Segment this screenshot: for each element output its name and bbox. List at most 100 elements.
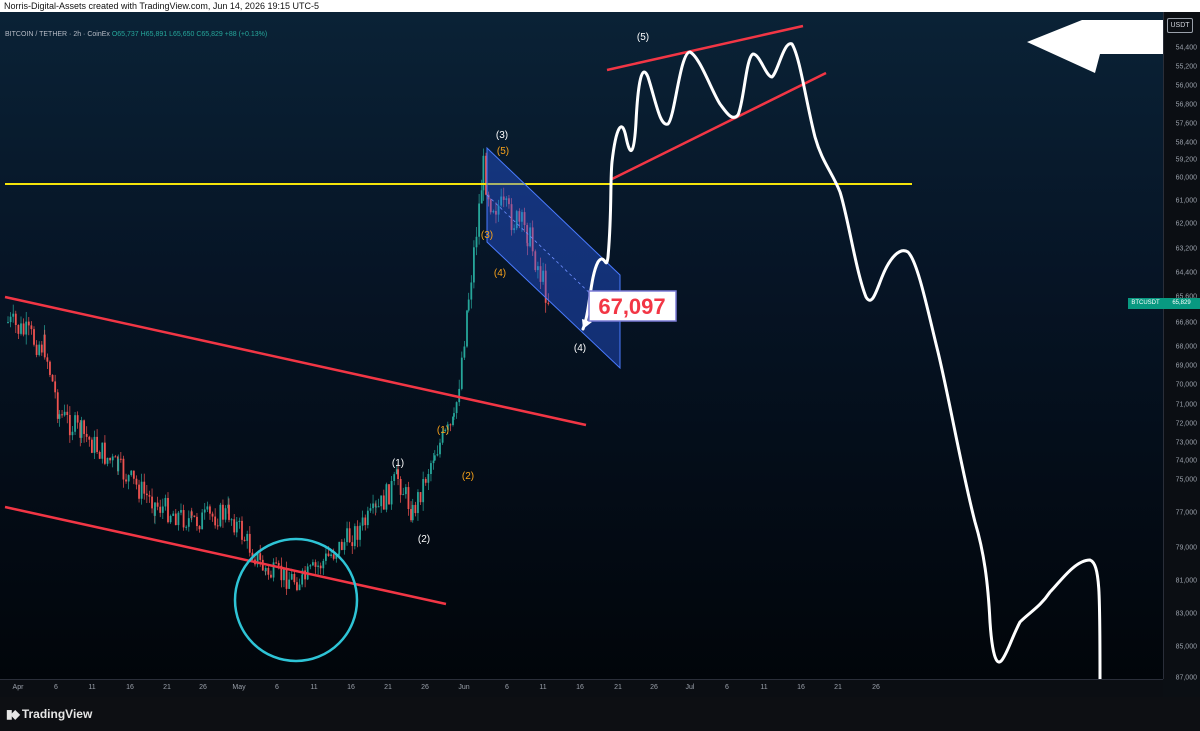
projection-path[interactable] xyxy=(581,42,1102,679)
currency-unit-badge[interactable]: USDT xyxy=(1167,18,1193,33)
candle-body xyxy=(388,484,390,505)
candle-body xyxy=(364,517,367,526)
time-axis-tick: 21 xyxy=(384,684,392,691)
wave-label-white-2: (2) xyxy=(418,534,430,545)
candle-body xyxy=(138,484,140,499)
candle-body xyxy=(547,302,550,304)
candle-body xyxy=(424,478,427,483)
time-axis-tick: May xyxy=(232,684,246,691)
time-axis-tick: 26 xyxy=(650,684,658,691)
candle-body xyxy=(243,539,246,541)
candle-body xyxy=(214,516,217,526)
candle-body xyxy=(417,492,419,514)
candle-body xyxy=(475,236,478,248)
time-axis-tick: 26 xyxy=(872,684,880,691)
candle-body xyxy=(68,414,71,436)
candle-body xyxy=(224,508,227,520)
candle-body xyxy=(327,553,330,557)
candle-body xyxy=(296,582,298,591)
candle-body xyxy=(353,526,356,547)
candle-body xyxy=(298,584,301,591)
candle-body xyxy=(369,508,372,511)
candle-body xyxy=(248,533,251,553)
support-circle[interactable] xyxy=(233,537,359,663)
candle-body xyxy=(267,567,270,575)
candle-body xyxy=(288,579,291,589)
candle-body xyxy=(185,526,188,528)
candle-body xyxy=(85,433,88,437)
candle-body xyxy=(222,504,224,520)
ohlc-open: O65,737 xyxy=(111,31,139,38)
candle-body xyxy=(38,344,41,355)
wave-label-orange-2: (2) xyxy=(462,471,474,482)
price-axis-tick: 57,600 xyxy=(1175,120,1197,128)
candle-body xyxy=(35,344,38,355)
candle-body xyxy=(27,321,30,326)
candle-body xyxy=(54,381,57,393)
candle-body xyxy=(122,458,125,480)
candle-body xyxy=(372,503,374,509)
ohlc-legend[interactable]: BITCOIN / TETHER · 2h · CoinEx O65,737 H… xyxy=(5,31,267,38)
ohlc-change: +88 (+0.13%) xyxy=(224,31,268,38)
price-axis[interactable]: 54,400 55,200 56,000 56,800 57,600 58,400 59,2… xyxy=(1163,12,1200,682)
time-axis-tick: 16 xyxy=(797,684,805,691)
chart-svg[interactable]: 67,097 (1) (2) (3) (4) (5) (1) (2) (3) (… xyxy=(0,12,1163,679)
candle-body xyxy=(198,526,201,530)
price-axis-tick: 58,400 xyxy=(1175,139,1197,147)
candle-body xyxy=(14,313,17,326)
candle-body xyxy=(322,560,325,569)
time-axis-tick: 11 xyxy=(310,684,318,691)
wedge-lower-line[interactable] xyxy=(611,71,827,181)
candle-body xyxy=(390,481,393,505)
candle-body xyxy=(453,413,455,417)
candle-body xyxy=(414,504,417,514)
ohlc-low: L65,650 xyxy=(169,31,195,38)
candle-body xyxy=(51,374,54,382)
chart-plot[interactable]: 67,097 (1) (2) (3) (4) (5) (1) (2) (3) (… xyxy=(0,12,1163,679)
candle-body xyxy=(466,310,468,347)
price-axis-tick: 83,000 xyxy=(1175,610,1197,618)
candle-body xyxy=(140,481,143,499)
candle-body xyxy=(340,541,343,550)
candle-body xyxy=(209,506,211,514)
candle-body xyxy=(61,414,63,416)
candle-body xyxy=(393,474,396,482)
candle-body xyxy=(356,526,359,540)
price-axis-tick: 73,000 xyxy=(1175,439,1197,447)
candle-body xyxy=(338,541,341,554)
candle-body xyxy=(436,454,439,456)
candle-body xyxy=(404,487,407,495)
candle-body xyxy=(246,533,249,541)
candle-body xyxy=(361,517,364,526)
price-axis-tick: 77,000 xyxy=(1175,509,1197,517)
candle-body xyxy=(96,436,98,453)
price-axis-tick: 59,200 xyxy=(1175,156,1197,164)
candle-body xyxy=(167,497,169,523)
channel-upper-trendline[interactable] xyxy=(4,295,587,427)
time-axis-tick: 11 xyxy=(88,684,96,691)
time-axis-tick: 11 xyxy=(760,684,768,691)
wave-label-orange-5: (5) xyxy=(497,146,509,157)
candle-body xyxy=(88,436,91,440)
candle-body xyxy=(309,565,312,567)
candle-body xyxy=(190,511,193,516)
time-axis-tick: 21 xyxy=(834,684,842,691)
candle-body xyxy=(114,456,117,458)
candle-body xyxy=(58,414,61,419)
ohlc-high: H65,891 xyxy=(140,31,168,38)
candle-body xyxy=(397,469,399,479)
price-axis-tick: 66,800 xyxy=(1175,319,1197,327)
time-axis[interactable]: Apr 6 11 16 21 26 May 6 11 16 21 26 Jun 6 11 16 21 26 Jul 6… xyxy=(0,679,1163,697)
tradingview-logo[interactable]: ▮◆ TradingView xyxy=(6,707,92,721)
price-axis-tick: 72,000 xyxy=(1175,420,1197,428)
chart-frame: Norris-Digital-Assets created with Tradi… xyxy=(0,0,1200,731)
candle-body xyxy=(439,442,441,455)
price-axis-tick: 60,000 xyxy=(1175,174,1197,182)
candle-body xyxy=(238,520,241,522)
candle-body xyxy=(325,553,327,561)
candle-body xyxy=(206,506,209,510)
candle-body xyxy=(7,322,9,324)
time-axis-tick: 21 xyxy=(163,684,171,691)
wave-label-white-5: (5) xyxy=(637,32,649,43)
credit-text: Norris-Digital-Assets created with Tradi… xyxy=(4,1,319,11)
